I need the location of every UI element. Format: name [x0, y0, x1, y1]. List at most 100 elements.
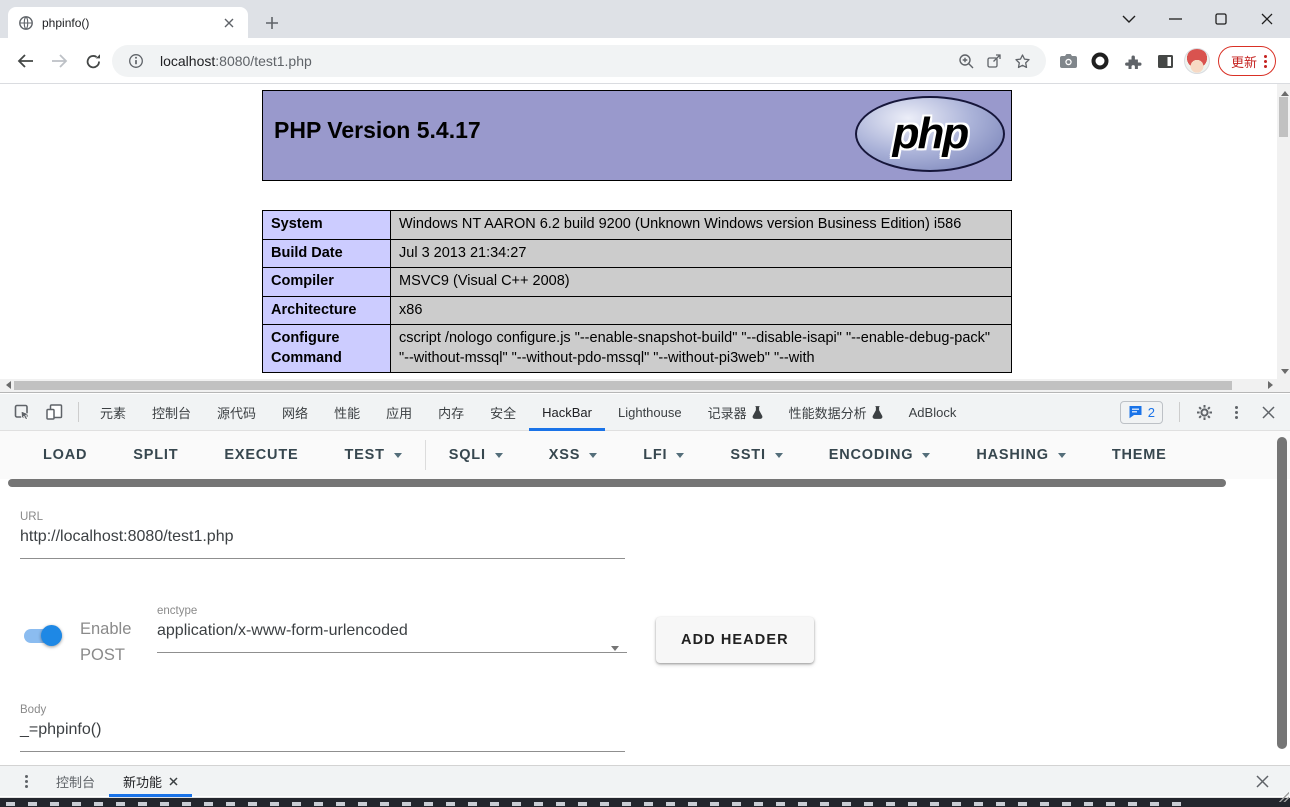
menu-label: LOAD — [43, 447, 87, 463]
phpinfo-table: System Windows NT AARON 6.2 build 9200 (… — [262, 210, 1012, 373]
caret-down-icon — [922, 453, 930, 462]
scroll-down-arrow-icon[interactable] — [1281, 369, 1289, 378]
tab-recorder[interactable]: 记录器 — [695, 394, 776, 431]
whats-new-panel-sliver — [0, 797, 1290, 807]
drawer-tab-label: 控制台 — [56, 772, 95, 791]
add-header-button[interactable]: ADD HEADER — [656, 617, 814, 663]
menu-split[interactable]: SPLIT — [110, 431, 201, 479]
drawer-tab-whats-new[interactable]: 新功能 — [109, 766, 192, 797]
forward-button[interactable] — [44, 46, 74, 76]
browser-tab[interactable]: phpinfo() — [8, 7, 248, 38]
row-label: Build Date — [263, 239, 391, 268]
inspect-element-icon[interactable] — [6, 399, 38, 425]
tab-network[interactable]: 网络 — [269, 394, 321, 431]
scroll-right-arrow-icon[interactable] — [1268, 381, 1277, 389]
screenshot-camera-icon[interactable] — [1055, 48, 1081, 74]
close-devtools-icon[interactable] — [1252, 399, 1284, 425]
tab-close-icon[interactable] — [220, 14, 238, 32]
tab-search-chevron-icon[interactable] — [1106, 0, 1152, 38]
body-field[interactable]: Body _=phpinfo() — [20, 704, 625, 752]
menu-xss[interactable]: XSS — [526, 431, 620, 479]
tab-adblock[interactable]: AdBlock — [896, 394, 970, 431]
tab-performance[interactable]: 性能 — [321, 394, 373, 431]
tab-sources[interactable]: 源代码 — [204, 394, 269, 431]
profile-avatar[interactable] — [1184, 48, 1210, 74]
menu-lfi[interactable]: LFI — [620, 431, 707, 479]
devtools-menu-kebab-icon[interactable] — [1220, 399, 1252, 425]
menu-test[interactable]: TEST — [321, 431, 424, 479]
vertical-scroll-thumb[interactable] — [1279, 97, 1288, 137]
drawer-tab-label: 新功能 — [123, 772, 162, 791]
body-field-value[interactable]: _=phpinfo() — [20, 721, 625, 751]
browser-menu-kebab-icon[interactable] — [1264, 60, 1267, 63]
toggle-knob[interactable] — [41, 625, 62, 646]
extensions-puzzle-icon[interactable] — [1120, 48, 1146, 74]
side-panel-icon[interactable] — [1152, 48, 1178, 74]
php-version-title: PHP Version 5.4.17 — [274, 117, 481, 144]
menu-theme[interactable]: THEME — [1089, 431, 1190, 479]
scrollbar-corner — [1277, 379, 1290, 392]
tab-label: 网络 — [282, 403, 308, 422]
new-tab-button[interactable] — [258, 9, 286, 37]
enctype-select[interactable]: enctype application/x-www-form-urlencode… — [157, 605, 627, 653]
share-icon[interactable] — [980, 47, 1008, 75]
menu-ssti[interactable]: SSTI — [707, 431, 805, 479]
enctype-value[interactable]: application/x-www-form-urlencoded — [157, 622, 627, 653]
update-chip-button[interactable]: 更新 — [1218, 46, 1276, 76]
close-drawer-icon[interactable] — [1246, 768, 1278, 794]
menu-sqli[interactable]: SQLI — [426, 431, 526, 479]
scroll-left-arrow-icon[interactable] — [2, 381, 11, 389]
tab-hackbar[interactable]: HackBar — [529, 394, 605, 431]
tab-label: 元素 — [100, 403, 126, 422]
menu-encoding[interactable]: ENCODING — [806, 431, 954, 479]
horizontal-scroll-thumb[interactable] — [14, 381, 1232, 390]
close-window-button[interactable] — [1244, 0, 1290, 38]
row-label: System — [263, 211, 391, 240]
back-button[interactable] — [10, 46, 40, 76]
devtools-drawer-bar: 控制台 新功能 — [0, 765, 1290, 796]
devtools-tabbar: 元素 控制台 源代码 网络 性能 应用 内存 安全 HackBar Lighth… — [0, 394, 1290, 431]
scroll-up-arrow-icon[interactable] — [1281, 87, 1289, 96]
body-field-label: Body — [20, 704, 625, 716]
tab-lighthouse[interactable]: Lighthouse — [605, 394, 695, 431]
zoom-page-icon[interactable] — [952, 47, 980, 75]
resize-grip-icon[interactable] — [1279, 792, 1289, 802]
tab-console[interactable]: 控制台 — [139, 394, 204, 431]
menu-load[interactable]: LOAD — [20, 431, 110, 479]
drawer-menu-kebab-icon[interactable] — [10, 768, 42, 794]
caret-down-icon — [775, 453, 783, 462]
panel-text-sliver — [6, 802, 1186, 806]
extension-ring-icon[interactable] — [1087, 48, 1113, 74]
settings-gear-icon[interactable] — [1188, 399, 1220, 425]
issues-counter-button[interactable]: 2 — [1120, 401, 1163, 424]
menu-hashing[interactable]: HASHING — [953, 431, 1088, 479]
address-bar[interactable]: localhost:8080/test1.php — [112, 45, 1046, 77]
tab-elements[interactable]: 元素 — [87, 394, 139, 431]
window-controls — [1106, 0, 1290, 38]
device-toolbar-icon[interactable] — [38, 399, 70, 425]
enable-post-toggle[interactable] — [24, 625, 72, 647]
tab-security[interactable]: 安全 — [477, 394, 529, 431]
tab-performance-insights[interactable]: 性能数据分析 — [776, 394, 896, 431]
tab-application[interactable]: 应用 — [373, 394, 425, 431]
url-field[interactable]: URL http://localhost:8080/test1.php — [20, 511, 625, 559]
tab-label: 性能 — [334, 403, 360, 422]
php-logo: php — [855, 96, 1005, 172]
address-bar-url[interactable]: localhost:8080/test1.php — [160, 53, 952, 69]
maximize-button[interactable] — [1198, 0, 1244, 38]
drawer-tab-close-icon[interactable] — [169, 777, 178, 786]
reload-button[interactable] — [78, 46, 108, 76]
site-info-icon[interactable] — [122, 47, 150, 75]
devtools-vertical-scroll-thumb[interactable] — [1277, 437, 1287, 749]
minimize-button[interactable] — [1152, 0, 1198, 38]
toolbar-divider — [1179, 402, 1180, 422]
bookmark-star-icon[interactable] — [1008, 47, 1036, 75]
menu-execute[interactable]: EXECUTE — [201, 431, 321, 479]
phpinfo-content: PHP Version 5.4.17 php System Windows NT… — [262, 90, 1012, 373]
row-label: Architecture — [263, 296, 391, 325]
drawer-tab-console[interactable]: 控制台 — [42, 766, 109, 797]
tab-memory[interactable]: 内存 — [425, 394, 477, 431]
hackbar-horizontal-scroll-thumb[interactable] — [8, 479, 1226, 487]
tab-label: 应用 — [386, 403, 412, 422]
url-field-value[interactable]: http://localhost:8080/test1.php — [20, 528, 625, 558]
